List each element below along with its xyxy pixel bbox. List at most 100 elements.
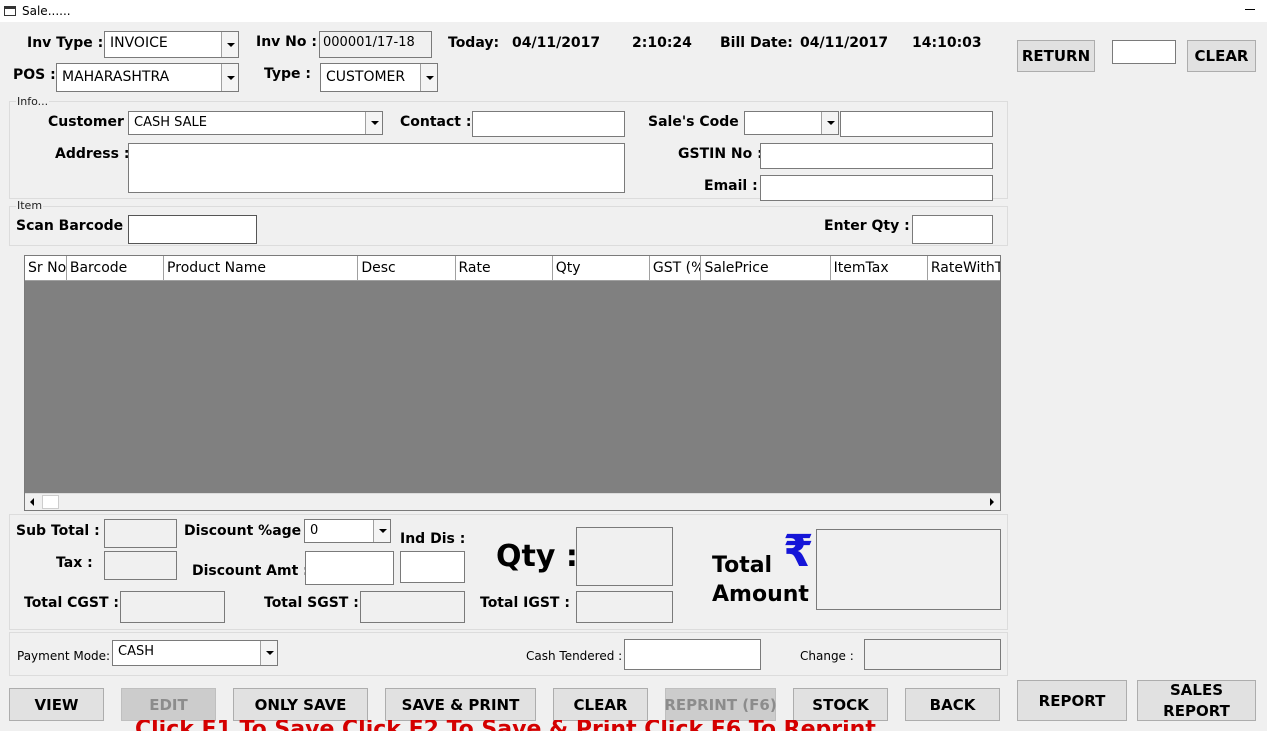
title-bar: [0, 0, 1267, 22]
address-label: Address :: [55, 146, 130, 162]
type-label: Type :: [264, 66, 312, 82]
grid-column-header[interactable]: Rate: [456, 256, 553, 281]
grid-column-header[interactable]: Barcode: [67, 256, 165, 281]
address-field[interactable]: [128, 143, 625, 193]
total-sgst-field: [360, 591, 465, 623]
gstin-label: GSTIN No :: [678, 146, 763, 162]
grid-column-header[interactable]: GST (%): [650, 256, 702, 281]
ind-dis-label: Ind Dis :: [400, 531, 466, 547]
grid-column-header[interactable]: RateWithTax: [928, 256, 1000, 281]
discount-pct-label: Discount %age :: [184, 523, 312, 539]
chevron-down-icon[interactable]: [821, 112, 838, 134]
change-label: Change :: [800, 649, 854, 663]
grid-header: Sr No Barcode Product Name Desc Rate Qty…: [25, 256, 1000, 281]
tax-field: [104, 551, 177, 580]
return-invoice-input[interactable]: [1112, 40, 1176, 64]
info-caption: Info...: [16, 95, 50, 108]
total-cgst-label: Total CGST :: [24, 595, 119, 611]
email-label: Email :: [704, 178, 758, 194]
sales-code-select[interactable]: [744, 111, 839, 135]
chevron-down-icon[interactable]: [365, 112, 382, 134]
total-igst-field: [576, 591, 673, 623]
total-igst-label: Total IGST :: [480, 595, 570, 611]
change-field: [864, 639, 1001, 670]
cash-tendered-field[interactable]: [624, 639, 761, 670]
ind-dis-field[interactable]: [400, 551, 465, 583]
minimize-button[interactable]: [1242, 0, 1258, 18]
grid-column-header[interactable]: Sr No: [25, 256, 67, 281]
chevron-down-icon[interactable]: [420, 64, 437, 91]
today-time: 2:10:24: [632, 35, 692, 51]
pos-select[interactable]: MAHARASHTRA: [56, 63, 239, 92]
clear-top-button[interactable]: CLEAR: [1187, 40, 1256, 72]
save-print-button[interactable]: SAVE & PRINT: [385, 688, 536, 721]
scroll-left-icon[interactable]: [25, 494, 42, 510]
grid-column-header[interactable]: Qty: [553, 256, 650, 281]
only-save-button[interactable]: ONLY SAVE: [233, 688, 368, 721]
grid-horizontal-scrollbar[interactable]: [25, 493, 1000, 510]
discount-amt-field[interactable]: [305, 551, 394, 585]
app-window-icon: [4, 6, 16, 16]
pos-value: MAHARASHTRA: [62, 69, 170, 85]
enter-qty-label: Enter Qty :: [824, 218, 910, 234]
back-button[interactable]: BACK: [905, 688, 1000, 721]
grid-column-header[interactable]: Product Name: [164, 256, 359, 281]
inv-type-select[interactable]: INVOICE: [104, 31, 239, 58]
inv-no-field: 000001/17-18: [319, 31, 432, 58]
rupee-icon: ₹: [783, 526, 814, 577]
scroll-right-icon[interactable]: [983, 494, 1000, 510]
payment-mode-select[interactable]: CASH: [112, 640, 278, 666]
grid-column-header[interactable]: SalePrice: [701, 256, 831, 281]
item-caption: Item: [16, 199, 44, 212]
type-select[interactable]: CUSTOMER: [320, 63, 438, 92]
contact-label: Contact :: [400, 114, 472, 130]
sales-report-button[interactable]: SALES REPORT: [1137, 680, 1256, 721]
chevron-down-icon[interactable]: [221, 32, 238, 57]
scroll-thumb[interactable]: [42, 495, 59, 509]
report-button[interactable]: REPORT: [1017, 680, 1127, 721]
inv-type-value: INVOICE: [110, 35, 168, 51]
view-button[interactable]: VIEW: [9, 688, 104, 721]
tax-label: Tax :: [56, 555, 93, 571]
gstin-field[interactable]: [760, 143, 993, 169]
clear-button[interactable]: CLEAR: [553, 688, 648, 721]
type-value: CUSTOMER: [326, 69, 406, 85]
enter-qty-input[interactable]: [912, 215, 993, 244]
pos-label: POS :: [13, 67, 56, 83]
total-cgst-field: [120, 591, 225, 623]
discount-pct-select[interactable]: 0: [304, 519, 391, 543]
today-date: 04/11/2017: [512, 35, 601, 51]
grid-column-header[interactable]: ItemTax: [831, 256, 928, 281]
sales-code-label: Sale's Code :: [648, 114, 750, 130]
customer-label: Customer :: [48, 114, 135, 130]
scan-barcode-label: Scan Barcode :: [16, 218, 134, 234]
stock-button[interactable]: STOCK: [793, 688, 888, 721]
window-title: Sale......: [22, 4, 71, 18]
edit-button[interactable]: EDIT: [121, 688, 216, 721]
sales-code-name-field[interactable]: [840, 111, 993, 137]
reprint-button[interactable]: REPRINT (F6): [664, 688, 777, 721]
grid-column-header[interactable]: Desc: [358, 256, 456, 281]
chevron-down-icon[interactable]: [373, 520, 390, 542]
return-button[interactable]: RETURN: [1017, 40, 1095, 72]
chevron-down-icon[interactable]: [221, 64, 238, 91]
total-amount-field: [816, 529, 1001, 610]
qty-total-field: [576, 527, 673, 586]
total-sgst-label: Total SGST :: [264, 595, 359, 611]
items-grid[interactable]: Sr No Barcode Product Name Desc Rate Qty…: [24, 255, 1001, 511]
customer-select[interactable]: CASH SALE: [128, 111, 383, 135]
chevron-down-icon[interactable]: [260, 641, 277, 665]
discount-amt-label: Discount Amt :: [192, 563, 309, 579]
sub-total-label: Sub Total :: [16, 523, 100, 539]
scan-barcode-input[interactable]: [128, 215, 257, 244]
bill-date-label: Bill Date:: [720, 35, 793, 51]
discount-pct-value: 0: [310, 523, 319, 538]
total-amount-line2: Amount :: [712, 582, 826, 607]
contact-field[interactable]: [472, 111, 625, 137]
qty-total-label: Qty :: [496, 539, 578, 574]
email-field[interactable]: [760, 175, 993, 201]
inv-type-label: Inv Type :: [27, 35, 104, 51]
customer-value: CASH SALE: [134, 115, 207, 130]
sub-total-field: [104, 519, 177, 548]
shortcut-hint-text: Click F1 To Save Click F2 To Save & Prin…: [135, 720, 895, 731]
